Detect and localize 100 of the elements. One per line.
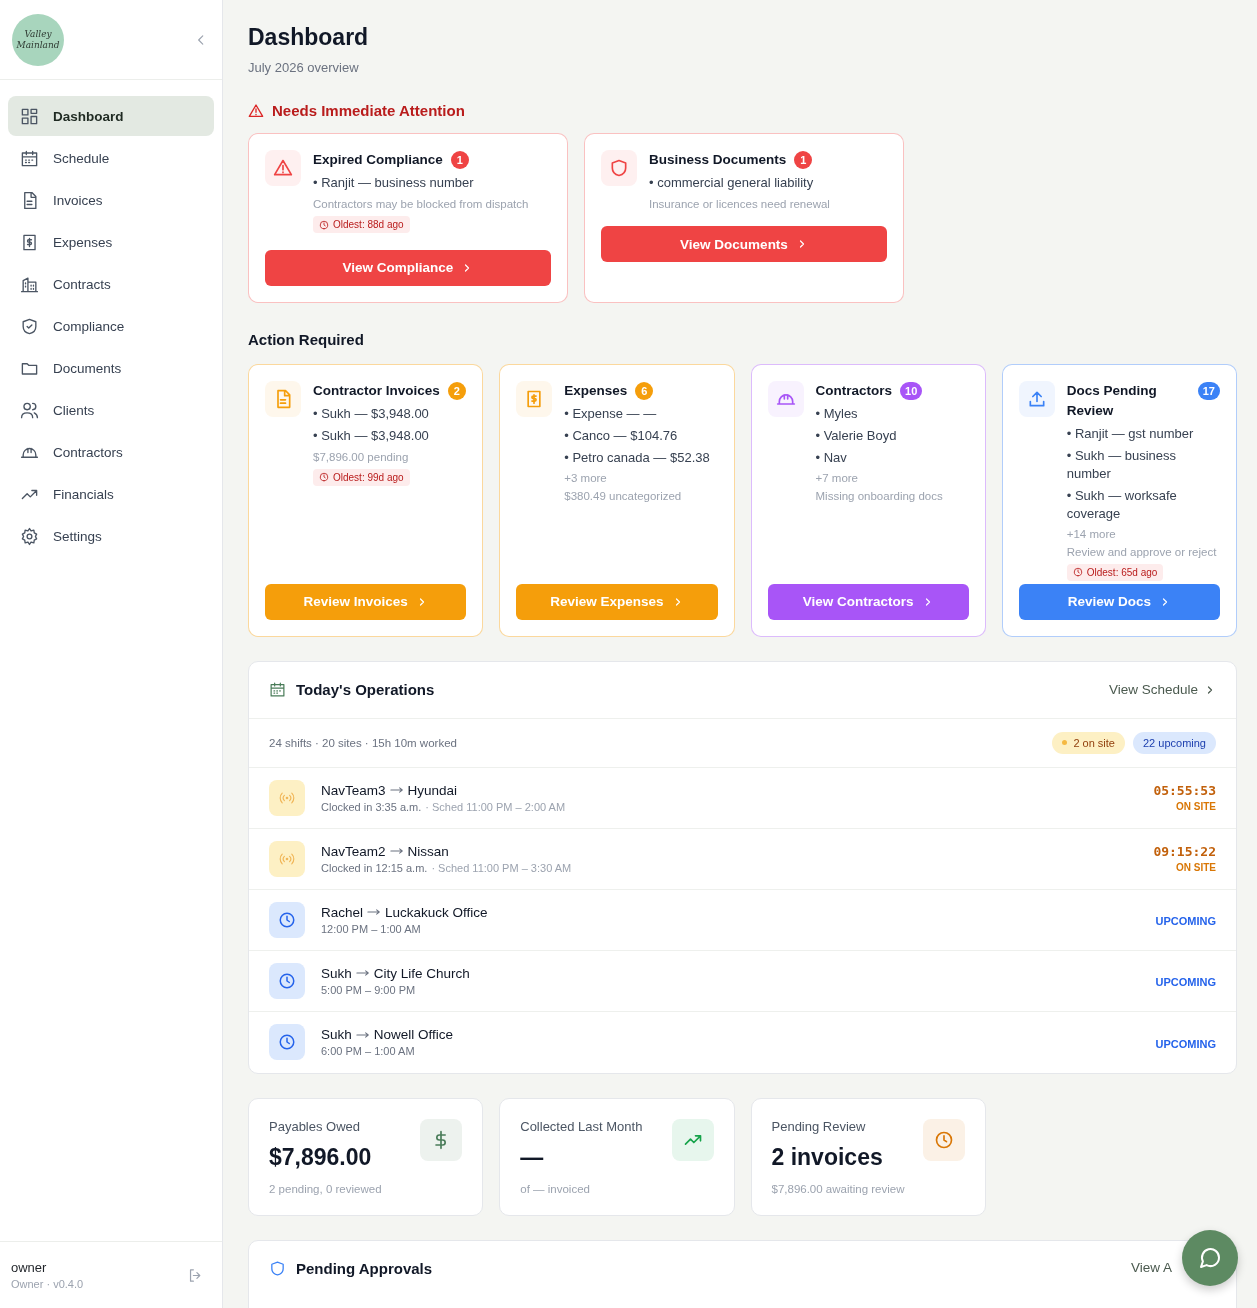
age-text: Oldest: 65d ago: [1086, 566, 1158, 578]
status-dot: [1062, 740, 1068, 745]
sidebar-item[interactable]: Contractors: [8, 432, 214, 472]
user-role: Owner · v0.4.0: [11, 1278, 84, 1290]
count-badge: 10: [900, 381, 923, 400]
shift-schedule: · Sched 11:00 PM – 3:30 AM: [431, 861, 572, 874]
clock-icon: [278, 971, 296, 990]
stat-value: $7,896.00: [269, 1143, 373, 1171]
clock-icon: [933, 1129, 954, 1150]
status-label: ON SITE: [1175, 862, 1216, 873]
site-name: Nowell Office: [373, 1027, 454, 1042]
list-item: • Sukh — $3,948.00: [313, 426, 430, 445]
count-badge: 6: [635, 381, 654, 400]
card-note: Review and approve or reject: [1066, 545, 1218, 558]
list-item: • Valerie Boyd: [815, 426, 898, 445]
panel-title: Today's Operations: [296, 681, 435, 698]
sidebar-item[interactable]: Invoices: [8, 180, 214, 220]
site-name: Hyundai: [407, 782, 458, 798]
list-item: • Sukh — business number: [1066, 446, 1178, 483]
shield-check-icon: [20, 316, 39, 336]
shield-icon: [609, 158, 629, 178]
gear-icon: [20, 526, 39, 546]
shift-detail: 5:00 PM – 9:00 PM: [321, 983, 416, 996]
count-badge: 1: [450, 151, 469, 169]
elapsed-timer: 05:55:53: [1153, 783, 1216, 798]
shift-detail: 6:00 PM – 1:00 AM: [321, 1045, 415, 1057]
card-title: Docs Pending Review: [1066, 381, 1158, 420]
stat-note: $7,896.00 awaiting review: [771, 1182, 905, 1195]
card-title: Expenses: [564, 381, 628, 400]
list-item: • Ranjit — gst number: [1066, 424, 1195, 443]
page-title: Dashboard: [248, 24, 370, 51]
more-count: +7 more: [815, 471, 859, 484]
sidebar-item[interactable]: Expenses: [8, 222, 214, 262]
card-button[interactable]: Review Docs: [1018, 583, 1220, 620]
summary-text: 24 shifts · 20 sites · 15h 10m worked: [269, 736, 457, 749]
sidebar-item[interactable]: Contracts: [8, 264, 214, 304]
arrow-icon: [389, 786, 404, 794]
status-label: ON SITE: [1175, 801, 1216, 812]
sidebar-item[interactable]: Settings: [8, 516, 214, 556]
more-count: +14 more: [1066, 527, 1117, 540]
list-item: • Canco — $104.76: [564, 426, 679, 445]
shift-name: Sukh: [321, 1027, 352, 1042]
card-title: Contractor Invoices: [313, 381, 440, 400]
stat-label: Payables Owed: [269, 1118, 362, 1134]
page-subtitle: July 2026 overview: [248, 60, 360, 75]
stat-value: 2 invoices: [771, 1143, 884, 1171]
shield-icon: [269, 1259, 286, 1277]
sidebar-item[interactable]: Compliance: [8, 306, 214, 346]
card-button[interactable]: View Contractors: [767, 583, 969, 620]
site-name: City Life Church: [373, 965, 470, 981]
clock-icon: [278, 1033, 296, 1051]
calendar-icon: [269, 681, 286, 698]
arrow-icon: [355, 969, 370, 977]
clock-icon: [1072, 567, 1083, 577]
warning-icon: [273, 158, 293, 178]
stat-note: 2 pending, 0 reviewed: [269, 1182, 382, 1195]
sidebar-item[interactable]: Financials: [8, 474, 214, 514]
view-schedule-link[interactable]: View Schedule: [1108, 682, 1216, 697]
chip-label: 22 upcoming: [1143, 736, 1206, 749]
card-note: Contractors may be blocked from dispatch: [313, 198, 530, 210]
site-name: Nissan: [407, 843, 449, 859]
card-button[interactable]: View Documents: [601, 226, 887, 262]
clock-icon: [278, 910, 296, 929]
age-text: Oldest: 88d ago: [333, 219, 404, 230]
chat-icon: [1198, 1246, 1222, 1270]
logo: Valley Mainland: [12, 13, 64, 66]
shift-name: Rachel: [321, 904, 364, 920]
list-item: • Sukh — worksafe coverage: [1066, 486, 1178, 523]
view-all-link[interactable]: View A: [1130, 1259, 1172, 1275]
shift-schedule: · Sched 11:00 PM – 2:00 AM: [425, 800, 566, 813]
list-item: • Petro canada — $52.38: [564, 448, 711, 467]
shift-name: NavTeam2: [321, 843, 386, 859]
stat-note: of — invoiced: [520, 1182, 591, 1195]
sidebar-item[interactable]: Schedule: [8, 138, 214, 178]
grid-icon: [20, 106, 39, 126]
shift-name: NavTeam3: [321, 782, 386, 798]
card-note: Insurance or licences need renewal: [649, 198, 831, 210]
list-item: • commercial general liability: [649, 174, 815, 192]
sidebar-item[interactable]: Documents: [8, 348, 214, 388]
site-name: Luckakuck Office: [385, 904, 488, 920]
clock-icon: [319, 472, 329, 482]
sidebar-item[interactable]: Dashboard: [8, 96, 214, 136]
card-title: Business Documents: [649, 151, 787, 169]
count-badge: 1: [794, 151, 813, 169]
stat-label: Collected Last Month: [520, 1118, 643, 1134]
panel-title: Pending Approvals: [296, 1259, 433, 1277]
card-note: $380.49 uncategorized: [564, 489, 683, 502]
card-button[interactable]: View Compliance: [265, 249, 551, 286]
list-item: • Myles: [815, 404, 859, 423]
list-item: • Expense — —: [564, 404, 658, 423]
chat-button[interactable]: [1182, 1230, 1238, 1286]
shift-detail: Clocked in 12:15 a.m.: [321, 861, 428, 874]
elapsed-timer: 09:15:22: [1153, 844, 1216, 859]
card-title: Expired Compliance: [313, 151, 443, 169]
clock-icon: [319, 219, 329, 230]
arrow-icon: [389, 847, 404, 855]
count-badge: 17: [1197, 381, 1220, 400]
shift-name: Sukh: [321, 965, 352, 981]
section-title: Needs Immediate Attention: [272, 102, 465, 119]
sidebar-item[interactable]: Clients: [8, 390, 214, 430]
